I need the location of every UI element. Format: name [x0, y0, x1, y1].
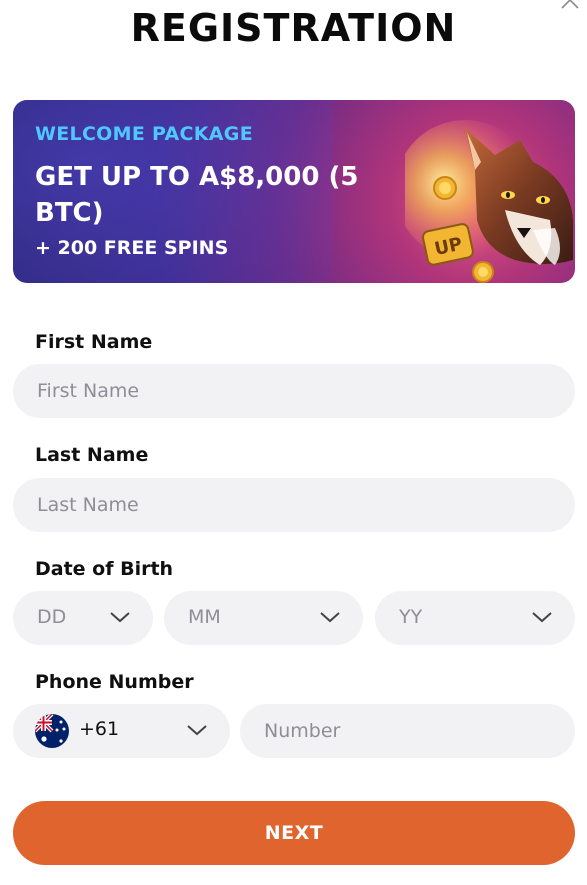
- phone-label: Phone Number: [35, 671, 194, 693]
- phone-number-input[interactable]: [240, 704, 575, 758]
- registration-page: REGISTRATION WELCOME PACKAGE GET UP TO A…: [0, 0, 587, 885]
- chevron-down-icon: [110, 612, 130, 623]
- next-button[interactable]: NEXT: [13, 801, 575, 865]
- page-title: REGISTRATION: [130, 6, 457, 50]
- first-name-label: First Name: [35, 331, 153, 353]
- dob-month-select[interactable]: MM: [164, 591, 363, 645]
- wolf-mascot-icon: UP: [405, 120, 573, 283]
- banner-eyebrow: WELCOME PACKAGE: [35, 123, 253, 145]
- dob-label: Date of Birth: [35, 558, 174, 580]
- dob-year-select[interactable]: YY: [375, 591, 575, 645]
- chevron-down-icon: [320, 612, 340, 623]
- last-name-label: Last Name: [35, 444, 149, 466]
- first-name-input[interactable]: [13, 364, 575, 418]
- dob-year-placeholder: YY: [399, 606, 423, 628]
- chevron-down-icon: [532, 612, 552, 623]
- banner-subline: + 200 FREE SPINS: [35, 237, 229, 259]
- australia-flag-icon: [35, 714, 69, 748]
- dob-day-placeholder: DD: [37, 606, 67, 628]
- dial-code: +61: [79, 718, 120, 740]
- chevron-down-icon: [187, 725, 207, 736]
- last-name-input[interactable]: [13, 478, 575, 532]
- dob-day-select[interactable]: DD: [13, 591, 153, 645]
- welcome-banner: WELCOME PACKAGE GET UP TO A$8,000 (5 BTC…: [13, 100, 575, 283]
- banner-headline: GET UP TO A$8,000 (5 BTC): [35, 162, 359, 228]
- country-code-select[interactable]: +61: [13, 704, 230, 758]
- dob-month-placeholder: MM: [188, 606, 221, 628]
